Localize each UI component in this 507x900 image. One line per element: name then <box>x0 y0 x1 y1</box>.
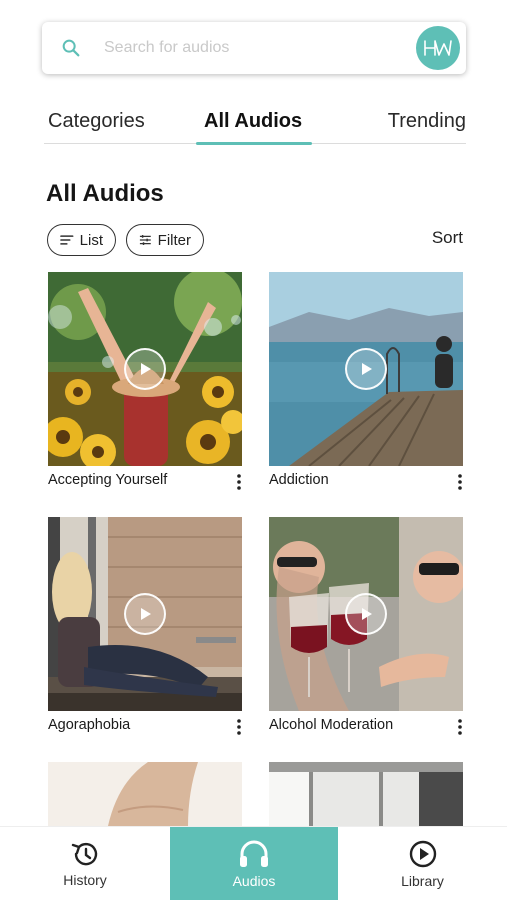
hw-logo-icon <box>424 40 452 56</box>
filter-button[interactable]: Filter <box>126 224 204 256</box>
headphones-icon <box>240 840 268 867</box>
filter-label: Filter <box>157 231 191 249</box>
play-button[interactable] <box>345 593 387 635</box>
tab-all-audios[interactable]: All Audios <box>204 110 302 133</box>
nav-history[interactable]: History <box>0 827 170 900</box>
tab-bar: Categories All Audios Trending <box>44 108 466 145</box>
more-vertical-icon[interactable] <box>455 717 465 737</box>
play-button[interactable] <box>124 593 166 635</box>
bottom-navigation: History Audios Library <box>0 826 507 900</box>
play-icon <box>362 608 372 620</box>
play-button[interactable] <box>124 348 166 390</box>
more-vertical-icon[interactable] <box>455 472 465 492</box>
audio-thumbnail[interactable] <box>48 272 242 466</box>
nav-audios-label: Audios <box>232 873 276 889</box>
audio-thumbnail[interactable] <box>48 517 242 711</box>
play-button[interactable] <box>345 348 387 390</box>
nav-library-label: Library <box>401 873 444 889</box>
play-icon <box>141 363 151 375</box>
audio-card[interactable] <box>269 762 463 826</box>
audio-title[interactable]: Agoraphobia <box>48 717 130 733</box>
audio-card[interactable] <box>48 762 242 826</box>
nav-audios[interactable]: Audios <box>170 827 338 900</box>
history-icon <box>71 842 98 866</box>
play-icon <box>141 608 151 620</box>
filter-sliders-icon <box>139 235 151 245</box>
audio-thumbnail[interactable] <box>48 762 242 826</box>
sort-button[interactable]: Sort <box>432 228 463 248</box>
audio-title[interactable]: Alcohol Moderation <box>269 717 393 733</box>
audio-thumbnail[interactable] <box>269 517 463 711</box>
nav-history-label: History <box>63 872 107 888</box>
audio-thumbnail[interactable] <box>269 272 463 466</box>
more-vertical-icon[interactable] <box>234 472 244 492</box>
more-vertical-icon[interactable] <box>234 717 244 737</box>
tab-categories[interactable]: Categories <box>48 110 145 133</box>
list-view-button[interactable]: List <box>47 224 116 256</box>
play-circle-icon <box>409 840 436 868</box>
play-icon <box>362 363 372 375</box>
search-bar[interactable] <box>42 22 466 74</box>
search-input[interactable] <box>104 34 404 62</box>
brand-logo[interactable] <box>416 26 460 70</box>
list-label: List <box>79 231 103 249</box>
tab-trending[interactable]: Trending <box>388 110 466 133</box>
active-tab-indicator <box>196 142 312 145</box>
page-title: All Audios <box>46 180 164 207</box>
audio-thumbnail[interactable] <box>269 762 463 826</box>
audio-title[interactable]: Addiction <box>269 472 329 488</box>
search-icon <box>62 39 80 57</box>
list-icon <box>60 235 74 245</box>
nav-library[interactable]: Library <box>338 827 507 900</box>
audio-title[interactable]: Accepting Yourself <box>48 472 167 488</box>
